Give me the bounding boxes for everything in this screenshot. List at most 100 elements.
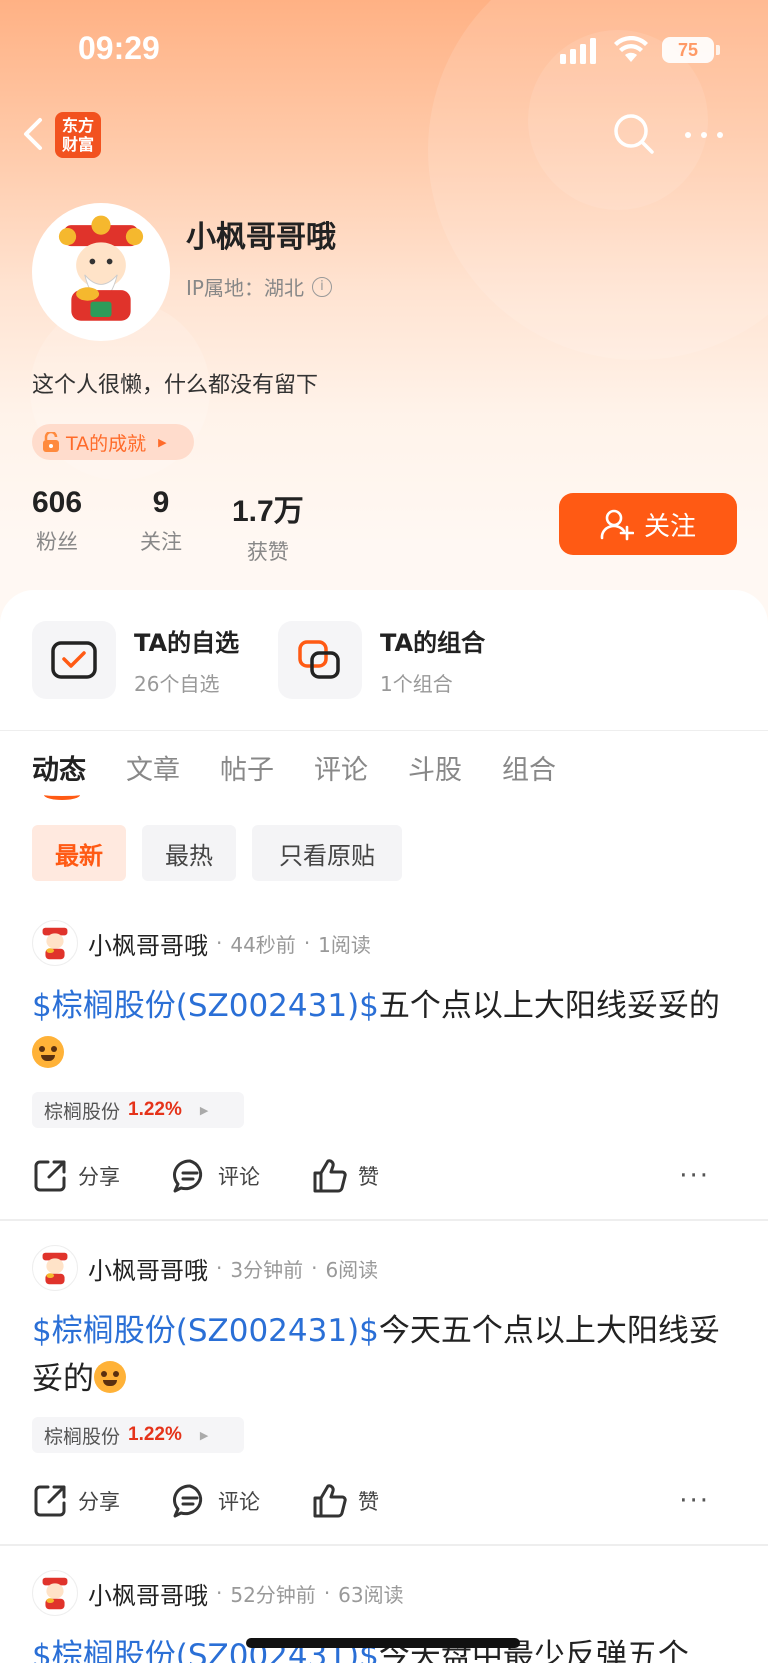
stat-following[interactable]: 9 关注 — [140, 486, 182, 556]
tab-articles[interactable]: 文章 — [126, 748, 180, 787]
tab-label: 帖子 — [220, 755, 274, 786]
info-icon[interactable]: i — [311, 276, 332, 297]
portfolio-icon — [278, 621, 362, 699]
tab-comments[interactable]: 评论 — [314, 748, 368, 787]
back-arrow-icon[interactable] — [18, 112, 48, 156]
tab-label: 斗股 — [408, 755, 462, 786]
search-icon[interactable] — [612, 112, 656, 156]
avatar[interactable] — [32, 1570, 78, 1616]
ip-location: IP属地：湖北 — [186, 276, 304, 300]
post-meta-separator: · — [311, 1256, 318, 1280]
follow-label: 关注 — [643, 511, 696, 542]
ip-location-row: IP属地：湖北 i — [186, 272, 332, 301]
stock-chip-change: 1.22% — [128, 1424, 182, 1445]
achievement-label: TA的成就 — [66, 432, 147, 455]
quick-link-portfolio[interactable]: TA的组合 1个组合 — [278, 621, 485, 699]
god-of-wealth-avatar-icon — [42, 1577, 68, 1610]
stat-label: 获赞 — [246, 540, 289, 564]
stock-link[interactable]: $棕榈股份(SZ002431)$ — [32, 988, 379, 1024]
tab-dynamics[interactable]: 动态 — [32, 748, 86, 800]
post-header: 小枫哥哥哦 · 44秒前 · 1阅读 — [32, 920, 371, 966]
share-label: 分享 — [78, 1165, 120, 1189]
divider — [0, 730, 768, 731]
post-meta-separator: · — [303, 931, 311, 955]
post-time: 3分钟前 — [230, 1257, 304, 1282]
share-icon — [34, 1485, 66, 1517]
filter-hot[interactable]: 最热 — [142, 825, 236, 881]
quick-link-title: TA的组合 — [380, 629, 486, 657]
stock-link[interactable]: $棕榈股份(SZ002431)$ — [32, 1313, 379, 1349]
more-options-icon[interactable] — [682, 120, 726, 150]
tab-portfolio[interactable]: 组合 — [502, 748, 556, 787]
battery-tip — [716, 45, 720, 55]
share-icon — [34, 1160, 66, 1192]
avatar[interactable] — [32, 203, 170, 341]
achievement-badge[interactable]: TA的成就 ▶ — [32, 424, 194, 460]
stat-label: 关注 — [140, 530, 182, 554]
post-more-icon[interactable]: ··· — [679, 1486, 710, 1516]
tab-label: 动态 — [32, 755, 86, 786]
brand-logo-line2: 财富 — [61, 135, 94, 154]
avatar[interactable] — [32, 1245, 78, 1291]
stock-chip[interactable]: 棕榈股份 1.22% ▶ — [32, 1417, 244, 1453]
comment-label: 评论 — [218, 1165, 260, 1189]
comment-label: 评论 — [218, 1490, 260, 1514]
god-of-wealth-avatar-icon — [58, 215, 144, 321]
share-button[interactable]: 分享 — [32, 1158, 120, 1194]
post-meta-separator: · — [216, 1256, 223, 1280]
post-author[interactable]: 小枫哥哥哦 — [88, 1251, 208, 1286]
status-time: 09:29 — [78, 30, 160, 66]
post-body[interactable]: $棕榈股份(SZ002431)$今天五个点以上大阳线妥妥的 — [32, 1307, 742, 1403]
post-meta-separator: · — [323, 1581, 331, 1605]
comment-button[interactable]: 评论 — [172, 1158, 260, 1194]
username: 小枫哥哥哦 — [186, 220, 336, 255]
post-body[interactable]: $棕榈股份(SZ002431)$五个点以上大阳线妥妥的 — [32, 982, 742, 1078]
bio: 这个人很懒，什么都没有留下 — [32, 373, 319, 398]
filter-latest[interactable]: 最新 — [32, 825, 126, 881]
tab-label: 评论 — [314, 755, 368, 786]
post-time: 52分钟前 — [230, 1582, 316, 1607]
post-author[interactable]: 小枫哥哥哦 — [88, 1576, 208, 1611]
home-indicator[interactable] — [246, 1638, 520, 1648]
post-header: 小枫哥哥哦 · 3分钟前 · 6阅读 — [32, 1245, 378, 1291]
lock-icon — [43, 432, 59, 452]
tab-label: 文章 — [126, 755, 180, 786]
stat-followers[interactable]: 606 粉丝 — [32, 486, 82, 556]
quick-link-watchlist[interactable]: TA的自选 26个自选 — [32, 621, 239, 699]
stock-chip[interactable]: 棕榈股份 1.22% ▶ — [32, 1092, 244, 1128]
brand-logo[interactable]: 东方 财富 — [55, 112, 101, 158]
share-button[interactable]: 分享 — [32, 1483, 120, 1519]
like-button[interactable]: 赞 — [312, 1483, 379, 1519]
chevron-right-icon: ▶ — [199, 1428, 209, 1442]
tab-label: 组合 — [502, 755, 556, 786]
status-bar: 09:29 75 — [0, 0, 768, 100]
avatar[interactable] — [32, 920, 78, 966]
stock-chip-name: 棕榈股份 — [44, 1100, 121, 1123]
stock-chip-change: 1.22% — [128, 1099, 182, 1120]
post-reads: 6阅读 — [325, 1257, 379, 1282]
stat-value: 606 — [32, 486, 83, 519]
smiling-emoji-icon — [32, 1036, 64, 1068]
wifi-icon — [614, 36, 648, 62]
post-author[interactable]: 小枫哥哥哦 — [88, 926, 208, 961]
like-button[interactable]: 赞 — [312, 1158, 379, 1194]
post-meta-separator: · — [216, 1581, 223, 1605]
stat-value: 1.7万 — [232, 495, 304, 528]
tab-battle[interactable]: 斗股 — [408, 748, 462, 787]
filter-original-only[interactable]: 只看原贴 — [252, 825, 402, 881]
post-time: 44秒前 — [230, 932, 296, 957]
comment-button[interactable]: 评论 — [172, 1483, 260, 1519]
tab-posts[interactable]: 帖子 — [220, 748, 274, 787]
post-more-icon[interactable]: ··· — [679, 1161, 710, 1191]
comment-icon — [173, 1484, 203, 1518]
tab-bar: 动态 文章 帖子 评论 斗股 组合 — [32, 748, 596, 800]
stat-label: 粉丝 — [36, 530, 79, 554]
follow-button[interactable]: 关注 — [559, 493, 737, 555]
thumbs-up-icon — [313, 1159, 347, 1193]
divider — [0, 1544, 768, 1546]
chevron-right-icon: ▶ — [199, 1103, 209, 1117]
post-meta-separator: · — [216, 931, 223, 955]
post-actions: 分享 评论 赞 ··· — [32, 1158, 742, 1194]
post-text: 五个点以上大阳线妥妥的 — [378, 988, 720, 1024]
battery-indicator: 75 — [662, 37, 714, 63]
